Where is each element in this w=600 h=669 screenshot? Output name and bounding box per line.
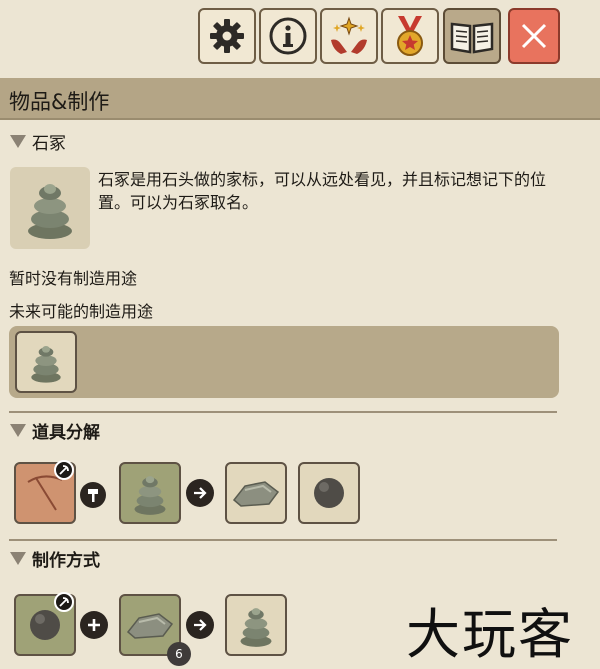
tool-slot-pickaxe[interactable] (14, 460, 76, 524)
plus-icon (80, 611, 108, 639)
toolbar (0, 0, 600, 78)
hammer-icon (80, 482, 106, 508)
item-icon-frame (10, 167, 90, 249)
collapse-triangle-icon (10, 551, 26, 565)
future-use-slot-cairn[interactable] (15, 331, 77, 393)
pickaxe-badge-icon (54, 592, 74, 612)
cairn-icon (240, 608, 272, 647)
breakdown-output-flat-stone[interactable] (225, 462, 287, 524)
round-stone-icon (314, 478, 344, 508)
flat-stone-icon (126, 613, 174, 639)
collapse-triangle-icon (10, 134, 26, 148)
pickaxe-badge-icon (54, 460, 74, 480)
cairn-icon (28, 184, 72, 239)
abilities-button[interactable] (320, 8, 378, 64)
close-button[interactable] (508, 8, 560, 64)
achievements-button[interactable] (381, 8, 439, 64)
arrow-right-icon (186, 479, 214, 507)
breakdown-output-round-stone[interactable] (298, 462, 360, 524)
panel-header: 物品&制作 (0, 78, 600, 120)
panel-title: 物品&制作 (9, 90, 110, 114)
collapse-triangle-icon (10, 423, 26, 437)
section-divider (9, 539, 557, 541)
section-divider (9, 411, 557, 413)
info-button[interactable] (259, 8, 317, 64)
arrow-right-icon (186, 611, 214, 639)
sparkle-hands-icon (331, 16, 367, 54)
gear-icon (210, 19, 244, 53)
craft-result-cairn[interactable] (225, 594, 287, 656)
info-icon (269, 17, 307, 55)
watermark: 大玩客 (406, 603, 574, 666)
codex-button[interactable] (443, 8, 501, 64)
flat-stone-icon (232, 481, 280, 507)
quantity-badge: 6 (167, 642, 191, 666)
breakdown-input-cairn[interactable] (119, 462, 181, 524)
item-name: 石冢 (32, 133, 66, 154)
close-icon (521, 23, 547, 49)
item-section-header[interactable]: 石冢 (10, 129, 66, 154)
item-description: 石冢是用石头做的家标，可以从远处看见，并且标记想记下的位置。可以为石冢取名。 (98, 170, 547, 212)
crafting-section-header[interactable]: 制作方式 (10, 546, 100, 571)
cairn-icon (31, 346, 61, 383)
craft-ingredient-round-stone[interactable] (14, 592, 76, 656)
settings-button[interactable] (198, 8, 256, 64)
cairn-icon (134, 476, 166, 515)
crafting-title: 制作方式 (32, 550, 100, 571)
future-uses-label: 未来可能的制造用途 (9, 302, 154, 321)
craft-ingredient-flat-stone[interactable]: 6 (119, 594, 191, 666)
medal-icon (397, 16, 423, 56)
book-icon (450, 22, 494, 54)
no-uses-text: 暂时没有制造用途 (9, 269, 138, 288)
breakdown-title: 道具分解 (32, 422, 100, 443)
breakdown-section-header[interactable]: 道具分解 (10, 418, 100, 443)
future-uses-box (9, 326, 559, 398)
